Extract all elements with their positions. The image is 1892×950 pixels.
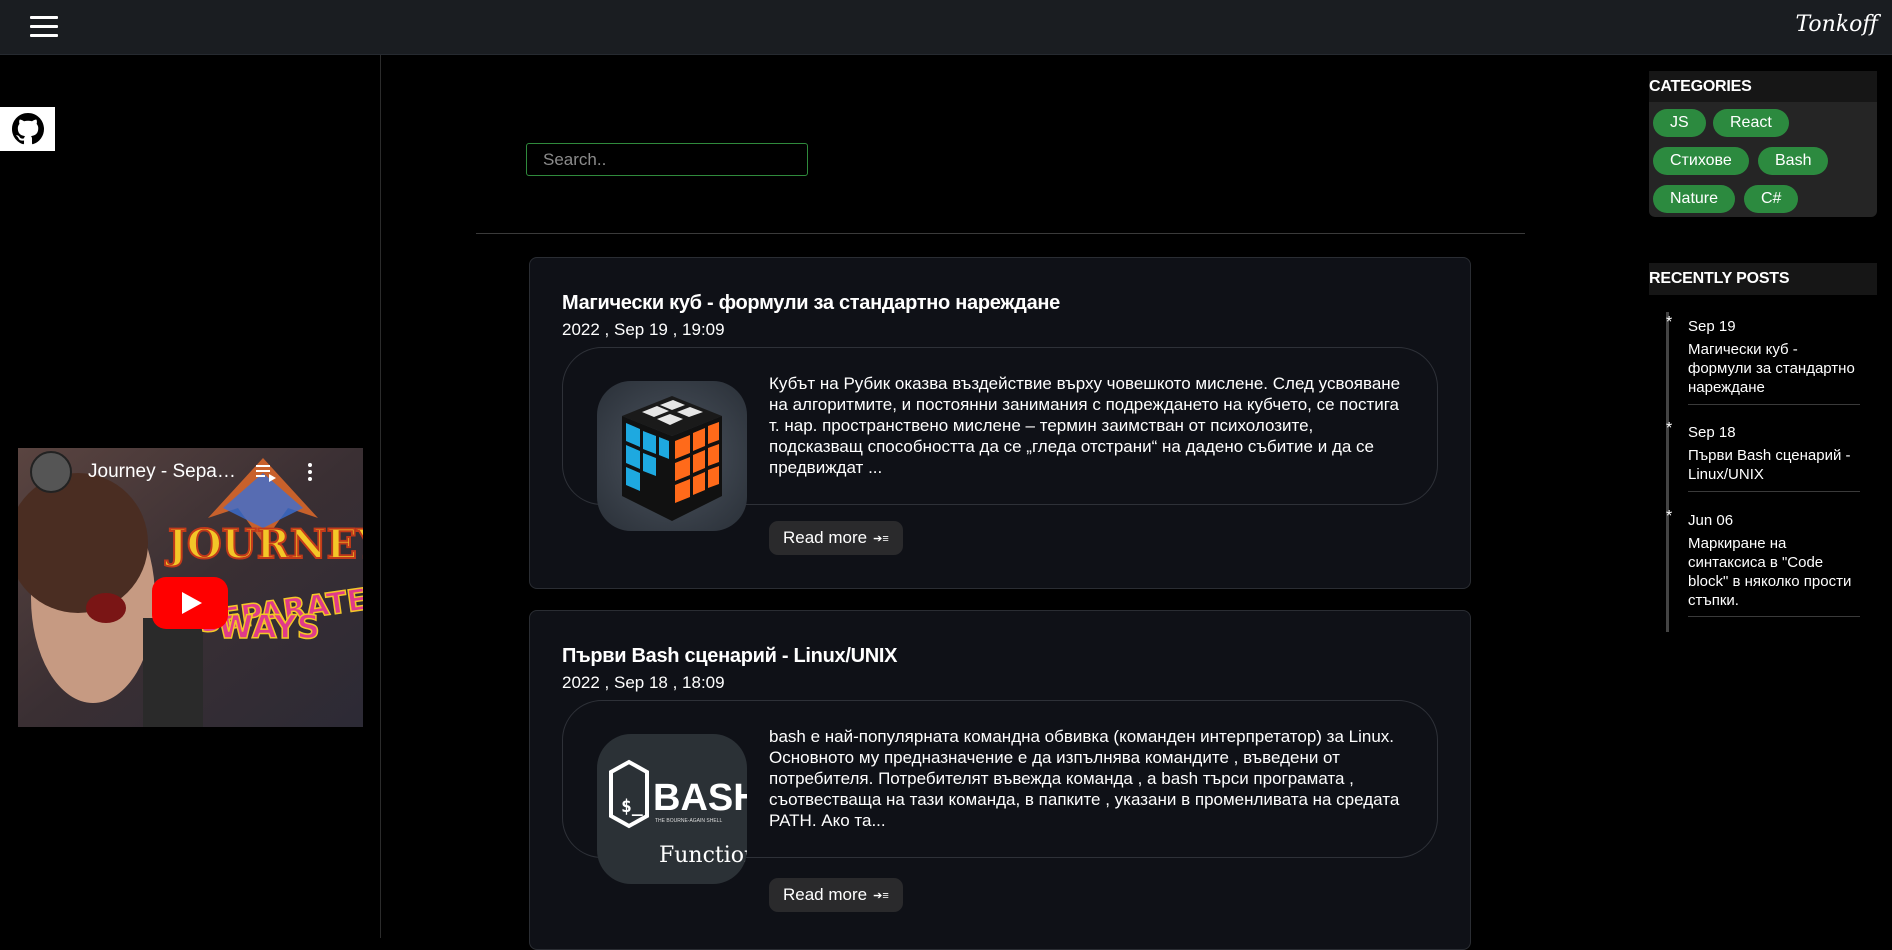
bullet-star-icon: * bbox=[1666, 508, 1673, 525]
recent-post-date: Sep 18 bbox=[1688, 424, 1736, 441]
category-chip[interactable]: React bbox=[1713, 109, 1789, 137]
post-card: Първи Bash сценарий - Linux/UNIX 2022 , … bbox=[529, 610, 1471, 950]
post-card: Магически куб - формули за стандартно на… bbox=[529, 257, 1471, 589]
bash-logo-image: $_ BASH THE BOURNE-AGAIN SHELL Functions bbox=[597, 734, 747, 884]
hamburger-icon[interactable] bbox=[30, 16, 58, 38]
recent-post-date: Sep 19 bbox=[1688, 318, 1736, 335]
recent-posts-timeline bbox=[1666, 312, 1669, 632]
youtube-play-icon[interactable] bbox=[152, 577, 228, 629]
category-chip[interactable]: JS bbox=[1653, 109, 1706, 137]
youtube-embed[interactable]: JOURNEY SEPARATE WAYS Journey - Separate… bbox=[18, 448, 363, 727]
categories-box: JS React Стихове Bash Nature C# bbox=[1649, 102, 1877, 217]
read-more-button[interactable]: Read more ➔≡ bbox=[769, 878, 903, 912]
post-content-box: $_ BASH THE BOURNE-AGAIN SHELL Functions… bbox=[562, 700, 1438, 884]
search-input[interactable] bbox=[526, 143, 808, 176]
category-chip[interactable]: Bash bbox=[1758, 147, 1829, 175]
recent-post-link[interactable]: Магически куб - формули за стандартно на… bbox=[1688, 340, 1860, 397]
post-date: 2022 , Sep 19 , 19:09 bbox=[562, 320, 725, 339]
recent-posts-heading: RECENTLY POSTS bbox=[1649, 263, 1877, 295]
playlist-add-icon[interactable] bbox=[256, 462, 278, 482]
categories-heading: CATEGORIES bbox=[1649, 71, 1877, 103]
bullet-star-icon: * bbox=[1666, 420, 1673, 437]
bash-logo-subtext: THE BOURNE-AGAIN SHELL bbox=[655, 818, 722, 824]
video-top-bar: Journey - Separate Ways bbox=[18, 448, 363, 496]
post-date: 2022 , Sep 18 , 18:09 bbox=[562, 673, 725, 692]
category-chip[interactable]: Nature bbox=[1653, 185, 1736, 213]
thumb-text-journey: JOURNEY bbox=[165, 521, 363, 568]
brand-logo[interactable]: Tonkoff bbox=[1795, 12, 1878, 37]
svg-text:$_: $_ bbox=[621, 796, 643, 817]
arrow-right-icon: ➔≡ bbox=[873, 889, 889, 902]
github-link[interactable] bbox=[0, 107, 55, 151]
read-more-label: Read more bbox=[783, 885, 868, 904]
search-divider bbox=[476, 233, 1525, 234]
read-more-label: Read more bbox=[783, 528, 868, 547]
recent-post-divider bbox=[1688, 491, 1860, 492]
rubiks-cube-image bbox=[597, 381, 747, 531]
github-icon bbox=[11, 113, 44, 145]
bash-logo-text: BASH bbox=[653, 777, 747, 819]
recent-post-divider bbox=[1688, 616, 1860, 617]
recent-post-link[interactable]: Първи Bash сценарий - Linux/UNIX bbox=[1688, 446, 1860, 484]
read-more-button[interactable]: Read more ➔≡ bbox=[769, 521, 903, 555]
post-title[interactable]: Първи Bash сценарий - Linux/UNIX bbox=[562, 645, 897, 668]
arrow-right-icon: ➔≡ bbox=[873, 532, 889, 545]
category-chip[interactable]: C# bbox=[1744, 185, 1799, 213]
bullet-star-icon: * bbox=[1666, 314, 1673, 331]
recent-post-link[interactable]: Маркиране на синтаксиса в "Code block" в… bbox=[1688, 534, 1860, 610]
post-excerpt: Кубът на Рубик оказва въздействие върху … bbox=[769, 374, 1401, 477]
top-navbar: Tonkoff bbox=[0, 0, 1892, 55]
category-chip[interactable]: Стихове bbox=[1653, 147, 1749, 175]
recent-post-date: Jun 06 bbox=[1688, 512, 1734, 529]
post-excerpt: bash е най-популярната командна обвивка … bbox=[769, 727, 1400, 830]
recent-post-divider bbox=[1688, 404, 1860, 405]
thumb-text-ways: WAYS bbox=[218, 608, 320, 646]
more-vert-icon[interactable] bbox=[308, 460, 314, 484]
video-title[interactable]: Journey - Separate Ways bbox=[88, 461, 238, 483]
post-content-box: Кубът на Рубик оказва въздействие върху … bbox=[562, 347, 1438, 531]
left-column-divider bbox=[380, 55, 381, 938]
post-title[interactable]: Магически куб - формули за стандартно на… bbox=[562, 292, 1060, 315]
channel-avatar[interactable] bbox=[30, 451, 72, 493]
bash-functions-caption: Functions bbox=[659, 843, 747, 868]
